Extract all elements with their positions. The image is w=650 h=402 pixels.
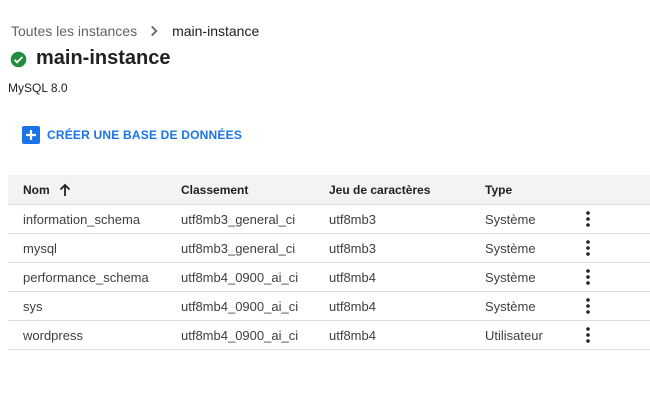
cell-name: wordpress xyxy=(23,327,83,343)
cell-charset: utf8mb4 xyxy=(329,327,376,343)
cell-charset: utf8mb3 xyxy=(329,240,376,256)
table-row: sys utf8mb4_0900_ai_ci utf8mb4 Système xyxy=(8,292,650,321)
plus-icon xyxy=(22,126,40,144)
databases-table: Nom Classement Jeu de caractères Type in… xyxy=(8,175,650,350)
chevron-right-icon xyxy=(145,22,163,40)
column-header-charset: Jeu de caractères xyxy=(329,182,431,197)
cell-type: Système xyxy=(485,269,536,285)
more-vert-icon[interactable] xyxy=(582,209,594,229)
cell-collation: utf8mb3_general_ci xyxy=(181,240,296,256)
more-vert-icon[interactable] xyxy=(582,267,594,287)
more-vert-icon[interactable] xyxy=(582,238,594,258)
cell-name: performance_schema xyxy=(23,269,149,285)
cell-charset: utf8mb4 xyxy=(329,269,376,285)
table-row: information_schema utf8mb3_general_ci ut… xyxy=(8,205,650,234)
cell-collation: utf8mb4_0900_ai_ci xyxy=(181,269,299,285)
page-title: main-instance xyxy=(36,47,171,69)
more-vert-icon[interactable] xyxy=(582,296,594,316)
cell-name: sys xyxy=(23,298,43,314)
breadcrumb: Toutes les instances main-instance xyxy=(11,22,259,40)
column-header-name[interactable]: Nom xyxy=(23,183,72,197)
cell-type: Système xyxy=(485,211,536,227)
more-vert-icon[interactable] xyxy=(582,325,594,345)
cell-collation: utf8mb4_0900_ai_ci xyxy=(181,327,299,343)
breadcrumb-all-instances-link[interactable]: Toutes les instances xyxy=(11,22,137,40)
table-row: mysql utf8mb3_general_ci utf8mb3 Système xyxy=(8,234,650,263)
check-circle-icon xyxy=(10,51,27,68)
cell-name: mysql xyxy=(23,240,57,256)
table-header: Nom Classement Jeu de caractères Type xyxy=(8,175,650,205)
cell-charset: utf8mb3 xyxy=(329,211,376,227)
arrow-up-icon[interactable] xyxy=(58,183,72,197)
table-row: performance_schema utf8mb4_0900_ai_ci ut… xyxy=(8,263,650,292)
column-header-collation: Classement xyxy=(181,182,249,197)
cell-charset: utf8mb4 xyxy=(329,298,376,314)
column-header-type: Type xyxy=(485,182,513,197)
database-version: MySQL 8.0 xyxy=(8,81,68,95)
instance-databases-page: Toutes les instances main-instance main-… xyxy=(0,0,650,402)
title-row: main-instance xyxy=(10,44,170,72)
table-row: wordpress utf8mb4_0900_ai_ci utf8mb4 Uti… xyxy=(8,321,650,350)
cell-name: information_schema xyxy=(23,211,141,227)
column-header-name-label: Nom xyxy=(23,182,50,197)
cell-type: Système xyxy=(485,298,536,314)
cell-collation: utf8mb3_general_ci xyxy=(181,211,296,227)
create-database-button[interactable]: CRÉER UNE BASE DE DONNÉES xyxy=(22,126,242,144)
cell-collation: utf8mb4_0900_ai_ci xyxy=(181,298,299,314)
cell-type: Utilisateur xyxy=(485,327,543,343)
cell-type: Système xyxy=(485,240,536,256)
create-database-label: CRÉER UNE BASE DE DONNÉES xyxy=(47,128,243,142)
breadcrumb-current: main-instance xyxy=(172,23,260,39)
